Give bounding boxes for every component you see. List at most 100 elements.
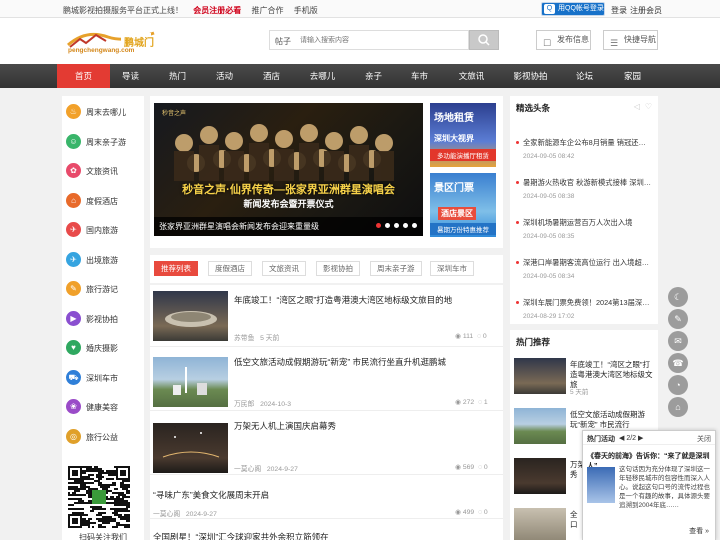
- sidebar-item[interactable]: ⛟ 深圳车市: [66, 368, 142, 388]
- hot-thumb[interactable]: [514, 408, 566, 444]
- nav-item[interactable]: 影视协拍: [504, 64, 557, 88]
- prev-arrow-icon[interactable]: ◀: [619, 435, 624, 442]
- quicknav-button[interactable]: ☰ 快捷导航: [603, 30, 658, 50]
- news-thumb[interactable]: [153, 423, 228, 473]
- tab-cars[interactable]: 深圳车市: [430, 261, 474, 276]
- phone-icon[interactable]: ☎: [668, 353, 688, 373]
- popup-thumb[interactable]: [587, 467, 615, 503]
- hot-item[interactable]: 年底竣工！“湾区之眼”打 造粤港澳大湾区地标级文旅 5 天前: [514, 358, 658, 398]
- nav-item[interactable]: 车市: [393, 64, 446, 88]
- news-author[interactable]: 一莫心阁: [234, 466, 261, 473]
- news-item[interactable]: “寻味广东”美食文化展周末开启 一莫心阁 2024-9-27 ◉ 499 ◌ 0: [150, 475, 503, 519]
- qq-login-button[interactable]: Q 用QQ帐号登录: [541, 2, 605, 16]
- sidebar-item[interactable]: ☺ 周末亲子游: [66, 132, 142, 152]
- prev-icon[interactable]: ◁: [634, 102, 640, 111]
- promo-link[interactable]: 推广合作: [251, 6, 283, 15]
- news-title[interactable]: 低空文旅活动成假期游玩“新宠” 市民流行坐直升机逛鹏城: [234, 356, 496, 368]
- sidebar-item[interactable]: ✈ 国内旅游: [66, 220, 142, 240]
- sidebar-item[interactable]: ✈ 出境旅游: [66, 250, 142, 270]
- pick-item[interactable]: 全家新能源车企公布8月销量 销冠还… 2024-09-05 08:42: [516, 138, 656, 160]
- sidebar-item[interactable]: ⌂ 度假酒店: [66, 191, 142, 211]
- pick-title[interactable]: 全家新能源车企公布8月销量 销冠还…: [516, 138, 656, 148]
- pick-item[interactable]: 深圳机场暑期运营百万人次出入境 2024-09-05 08:35: [516, 218, 656, 240]
- vip-link[interactable]: 会员注册必看: [193, 6, 241, 15]
- nav-item[interactable]: 首页: [57, 64, 110, 88]
- sidebar-item[interactable]: ♥ 婚庆摄影: [66, 338, 142, 358]
- sidebar-item[interactable]: ❀ 健康美容: [66, 397, 142, 417]
- pick-item[interactable]: 暑期游火热收官 秋游新模式接棒 深圳… 2024-09-05 08:38: [516, 178, 656, 200]
- category-icon: ⌂: [66, 192, 81, 208]
- nav-item[interactable]: 酒店: [245, 64, 298, 88]
- banner-dot[interactable]: [403, 223, 408, 228]
- tab-recommend[interactable]: 推荐列表: [154, 261, 198, 276]
- heart-icon[interactable]: ♡: [645, 102, 652, 111]
- register-link[interactable]: 注册会员: [630, 5, 662, 16]
- share-icon[interactable]: ◔: [668, 375, 688, 395]
- pick-title[interactable]: 深港口岸暑期客流高位运行 出入境超…: [516, 258, 656, 268]
- banner-dot[interactable]: [394, 223, 399, 228]
- banner-slide[interactable]: 秒音之声 秒音之声·仙界传奇—张家界亚洲群星演唱会 新闻发布会暨开票仪式 张家界…: [154, 103, 423, 236]
- tab-culture[interactable]: 文旅资讯: [262, 261, 306, 276]
- side-thumb-venue[interactable]: 场地租赁 深圳大视界 多功能演播厅租赁: [430, 103, 496, 167]
- news-item[interactable]: 全国剧星！“深圳”汇今球迎家共外余积立筋领在: [150, 519, 503, 540]
- sidebar-item[interactable]: ♨ 周末去哪儿: [66, 102, 142, 122]
- news-item[interactable]: 年底竣工！“湾区之眼”打造粤港澳大湾区地标级文旅目的地 苏带鱼 5 天前 ◉ 1…: [150, 285, 503, 347]
- sidebar-item[interactable]: ✿ 文旅资讯: [66, 161, 142, 181]
- search-button[interactable]: [469, 30, 499, 50]
- tab-family[interactable]: 周末亲子游: [370, 261, 422, 276]
- hot-thumb[interactable]: [514, 358, 566, 394]
- category-icon: ◎: [66, 428, 81, 444]
- pick-item[interactable]: 深圳车展门票免费领！2024第13届深… 2024-08-29 17:02: [516, 298, 656, 320]
- home-icon[interactable]: ⌂: [668, 397, 688, 417]
- pick-title[interactable]: 暑期游火热收官 秋游新模式接棒 深圳…: [516, 178, 656, 188]
- news-title[interactable]: “寻味广东”美食文化展周末开启: [153, 489, 415, 501]
- sidebar-item[interactable]: ◎ 旅行公益: [66, 427, 142, 447]
- side-thumb-tickets[interactable]: 景区门票 酒店景区 暑期万份特惠推荐: [430, 173, 496, 237]
- news-title[interactable]: 年底竣工！“湾区之眼”打造粤港澳大湾区地标级文旅目的地: [234, 294, 496, 306]
- hot-thumb[interactable]: [514, 508, 566, 540]
- comment-count: 0: [482, 333, 487, 340]
- news-thumb[interactable]: [153, 357, 228, 407]
- tab-hotels[interactable]: 度假酒店: [208, 261, 252, 276]
- message-icon[interactable]: ✉: [668, 331, 688, 351]
- hot-item-title[interactable]: 低空文旅活动成假期游 玩“新宠” 市民流行: [570, 410, 658, 430]
- sidebar-item[interactable]: ▶ 影视协拍: [66, 309, 142, 329]
- nav-item[interactable]: 导读: [104, 64, 157, 88]
- nav-item[interactable]: 去哪儿: [296, 64, 349, 88]
- news-author[interactable]: 万民郎: [234, 401, 254, 408]
- login-link[interactable]: 登录: [611, 5, 627, 16]
- popup-close-button[interactable]: 关闭: [697, 434, 711, 444]
- publish-button[interactable]: ☐ 发布信息: [536, 30, 591, 50]
- category-icon: ❀: [66, 399, 81, 414]
- search-input[interactable]: [300, 33, 465, 48]
- nav-item[interactable]: 热门: [151, 64, 204, 88]
- nav-item[interactable]: 论坛: [558, 64, 611, 88]
- pick-title[interactable]: 深圳机场暑期运营百万人次出入境: [516, 218, 656, 228]
- night-mode-icon[interactable]: ☾: [668, 287, 688, 307]
- menu-icon: ☰: [610, 38, 619, 48]
- pick-title[interactable]: 深圳车展门票免费领！2024第13届深…: [516, 298, 656, 308]
- nav-item[interactable]: 活动: [198, 64, 251, 88]
- mobile-link[interactable]: 手机版: [294, 6, 318, 15]
- pick-item[interactable]: 深港口岸暑期客流高位运行 出入境超… 2024-09-05 08:34: [516, 258, 656, 280]
- search-type[interactable]: 帖子: [275, 36, 291, 47]
- news-title[interactable]: 万架无人机上演国庆启幕秀: [234, 420, 496, 432]
- news-item[interactable]: 万架无人机上演国庆启幕秀 一莫心阁 2024-9-27 ◉ 569 ◌ 0: [150, 411, 503, 475]
- nav-item[interactable]: 家园: [606, 64, 659, 88]
- news-author[interactable]: 一莫心阁: [153, 511, 180, 518]
- banner-dot[interactable]: [412, 223, 417, 228]
- news-title[interactable]: 全国剧星！“深圳”汇今球迎家共外余积立筋领在: [153, 531, 415, 540]
- banner-dot[interactable]: [385, 223, 390, 228]
- news-thumb[interactable]: [153, 291, 228, 341]
- next-arrow-icon[interactable]: ▶: [638, 435, 643, 442]
- news-author[interactable]: 苏带鱼: [234, 335, 254, 342]
- sidebar-item[interactable]: ✎ 旅行游记: [66, 279, 142, 299]
- edit-icon[interactable]: ✎: [668, 309, 688, 329]
- site-logo[interactable]: 鹏城门 pengchengwang.com: [66, 27, 156, 55]
- tab-film[interactable]: 影视协拍: [316, 261, 360, 276]
- popup-more-link[interactable]: 查看 »: [689, 526, 709, 536]
- banner-dot[interactable]: [376, 223, 381, 228]
- nav-item[interactable]: 文旅讯: [445, 64, 498, 88]
- news-item[interactable]: 低空文旅活动成假期游玩“新宠” 市民流行坐直升机逛鹏城 万民郎 2024-10-…: [150, 347, 503, 411]
- hot-thumb[interactable]: [514, 458, 566, 494]
